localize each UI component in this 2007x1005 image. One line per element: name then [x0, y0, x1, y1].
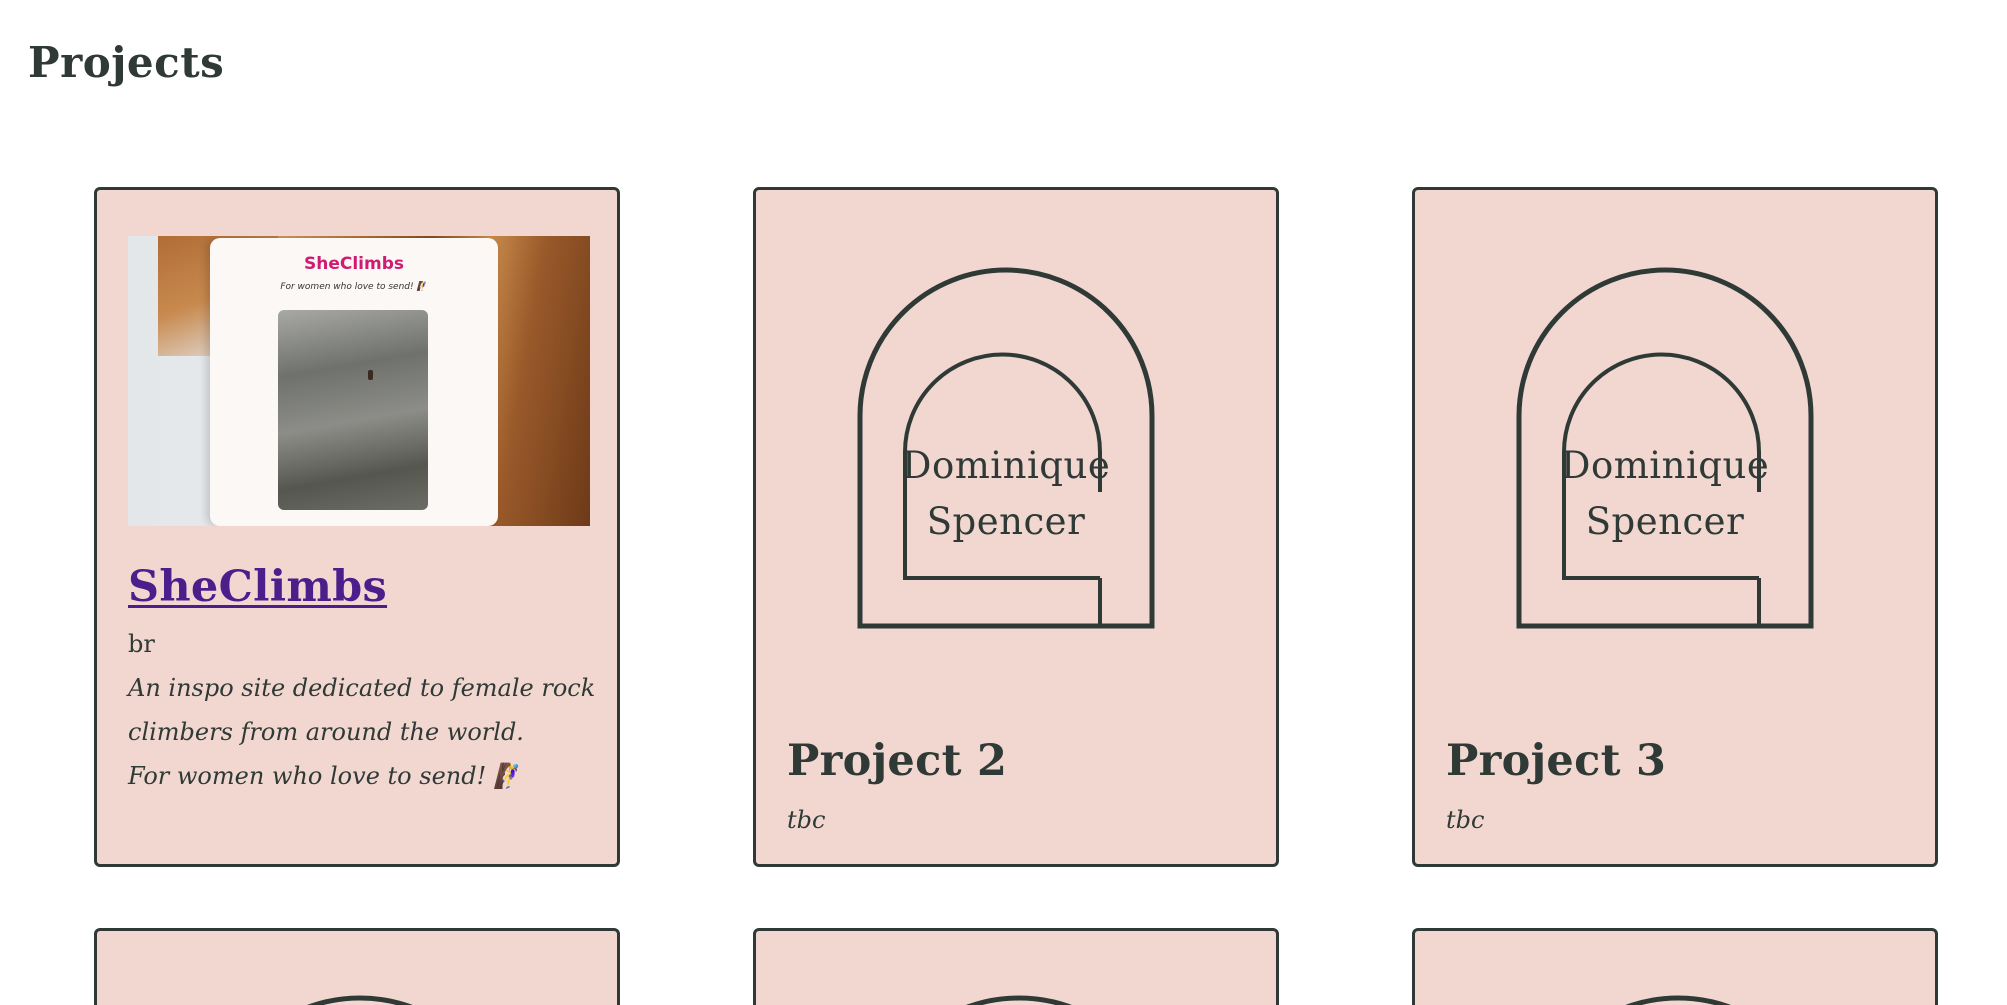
project-subtitle: br [128, 630, 155, 658]
dominique-spencer-logo: Dominique Spencer [1515, 266, 1815, 646]
arch-logo-icon [966, 995, 1072, 1005]
page-title: Projects [28, 38, 225, 87]
logo-line-1: Dominique [1560, 444, 1770, 487]
project-description: tbc [1446, 806, 1485, 834]
description-line: An inspo site dedicated to female rock [128, 674, 596, 702]
logo-line-1: Dominique [901, 444, 1111, 487]
project-description: An inspo site dedicated to female rock c… [128, 666, 596, 798]
arch-logo-icon [1625, 995, 1731, 1005]
project-title: Project 3 [1446, 736, 1667, 786]
arch-logo-icon [307, 995, 413, 1005]
project-title: Project 2 [787, 736, 1008, 786]
project-description: tbc [787, 806, 826, 834]
project-card-3[interactable]: Dominique Spencer Project 3 tbc [1412, 187, 1938, 867]
project-title-link[interactable]: SheClimbs [128, 562, 387, 612]
description-line: For women who love to send! 🧗‍♀️ [128, 762, 524, 790]
project-thumbnail[interactable]: SheClimbs For women who love to send! 🧗‍… [128, 236, 590, 526]
description-line: climbers from around the world. [128, 718, 524, 746]
thumbnail-brand: SheClimbs [303, 254, 404, 274]
project-card-6[interactable] [1412, 928, 1938, 1005]
project-card-sheclimbs[interactable]: SheClimbs For women who love to send! 🧗‍… [94, 187, 620, 867]
project-card-4[interactable] [94, 928, 620, 1005]
thumbnail-tagline: For women who love to send! 🧗‍♀️ [280, 282, 428, 292]
logo-line-2: Spencer [926, 500, 1086, 543]
logo-line-2: Spencer [1585, 500, 1745, 543]
dominique-spencer-logo: Dominique Spencer [856, 266, 1156, 646]
project-card-2[interactable]: Dominique Spencer Project 2 tbc [753, 187, 1279, 867]
project-card-5[interactable] [753, 928, 1279, 1005]
thumbnail-site-preview: SheClimbs For women who love to send! 🧗‍… [210, 238, 498, 526]
thumbnail-climber-photo [278, 310, 428, 510]
